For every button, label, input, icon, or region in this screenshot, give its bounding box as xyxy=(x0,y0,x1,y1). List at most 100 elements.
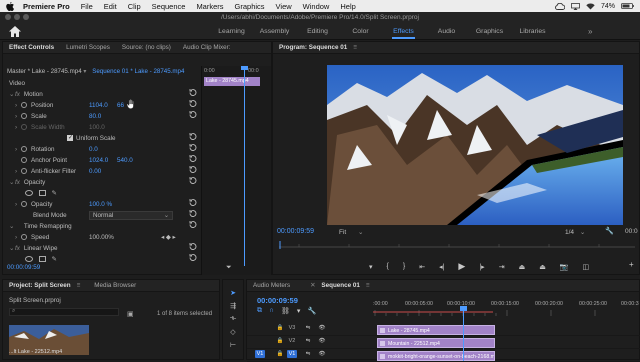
home-icon[interactable] xyxy=(8,25,22,38)
extract-icon[interactable]: ⏏ xyxy=(539,263,546,271)
play-icon[interactable]: ▶ xyxy=(458,261,465,272)
ec-playhead[interactable] xyxy=(244,66,245,266)
project-search-input[interactable]: ⌕ xyxy=(9,308,119,316)
menu-help[interactable]: Help xyxy=(340,2,355,11)
timeline-settings-icon[interactable]: 🔧 xyxy=(307,307,316,315)
zoom-fit-dropdown[interactable]: Fit ⌄ xyxy=(339,228,367,236)
eye-icon[interactable]: 👁 xyxy=(317,324,327,332)
app-menu[interactable]: Premiere Pro xyxy=(23,2,70,11)
razor-tool-icon[interactable]: ◇ xyxy=(230,328,235,336)
wifi-icon[interactable] xyxy=(586,2,595,10)
menu-view[interactable]: View xyxy=(276,2,292,11)
ec-timeline-clip[interactable]: Lake - 28745.mp4 xyxy=(204,77,260,86)
anti-flicker-value[interactable]: 0.00 xyxy=(89,166,101,177)
menu-clip[interactable]: Clip xyxy=(128,2,141,11)
workspace-tab-graphics[interactable]: Graphics xyxy=(468,23,511,40)
workspace-tab-effects[interactable]: Effects xyxy=(382,23,425,40)
stopwatch-icon[interactable] xyxy=(21,113,27,119)
go-to-out-icon[interactable]: ⇥ xyxy=(499,263,505,271)
program-timecode[interactable]: 00:00:09:59 xyxy=(277,228,314,235)
tab-lumetri-scopes[interactable]: Lumetri Scopes xyxy=(60,44,116,51)
slip-tool-icon[interactable]: ⊢ xyxy=(230,341,236,349)
pen-mask-icon[interactable]: ✎ xyxy=(52,256,57,263)
sequence-clip-label[interactable]: Sequence 01 * Lake - 28745.mp4 xyxy=(92,68,184,75)
program-scrub-bar[interactable] xyxy=(279,241,635,249)
track-select-tool-icon[interactable]: ⇶ xyxy=(230,302,236,310)
clip-v2[interactable]: Mountain - 22512.mp4 xyxy=(377,338,495,348)
menu-file[interactable]: File xyxy=(81,2,93,11)
clip-v3[interactable]: Lake - 28745.mp4 xyxy=(377,325,495,335)
twirl-open-icon[interactable]: ⌄ xyxy=(9,221,15,232)
program-monitor-title[interactable]: Program: Sequence 01 xyxy=(273,44,353,51)
menu-markers[interactable]: Markers xyxy=(196,2,223,11)
tab-audio-clip-mixer[interactable]: Audio Clip Mixer: xyxy=(177,44,237,51)
mark-in-icon[interactable]: { xyxy=(387,263,389,270)
blend-mode-dropdown[interactable]: Normal ⌄ xyxy=(89,211,173,220)
workspace-tab-libraries[interactable]: Libraries xyxy=(511,23,554,40)
panel-menu-icon[interactable]: ≡ xyxy=(353,44,357,51)
add-marker-icon[interactable]: ▾ xyxy=(369,263,373,271)
apple-icon[interactable] xyxy=(6,1,14,11)
resolution-dropdown[interactable]: 1/4 ⌄ xyxy=(565,228,585,236)
eye-icon[interactable]: 👁 xyxy=(317,350,327,358)
panel-menu-icon[interactable]: ≡ xyxy=(77,282,81,289)
stopwatch-icon[interactable] xyxy=(21,234,27,240)
rectangle-mask-icon[interactable] xyxy=(38,190,46,196)
mark-out-icon[interactable]: } xyxy=(403,263,405,270)
tab-sequence-01[interactable]: Sequence 01 xyxy=(315,282,366,289)
zoom-window-button[interactable] xyxy=(23,14,29,20)
menu-edit[interactable]: Edit xyxy=(104,2,117,11)
ec-timecode[interactable]: 00:00:09:59 xyxy=(7,264,40,271)
minimize-window-button[interactable] xyxy=(14,14,20,20)
go-to-in-icon[interactable]: ⇤ xyxy=(419,263,425,271)
timeline-playhead-handle[interactable] xyxy=(460,306,467,311)
pen-mask-icon[interactable]: ✎ xyxy=(52,190,57,197)
tab-effect-controls[interactable]: Effect Controls xyxy=(3,44,60,51)
track-label-v1[interactable]: V1 xyxy=(287,350,297,358)
settings-wrench-icon[interactable]: 🔧 xyxy=(605,227,614,235)
scale-value[interactable]: 80.0 xyxy=(89,111,101,122)
panel-menu-icon[interactable]: ≡ xyxy=(366,282,370,289)
menu-graphics[interactable]: Graphics xyxy=(235,2,265,11)
opacity-section-row[interactable]: ⌄fx Opacity xyxy=(3,177,203,188)
rectangle-mask-icon[interactable] xyxy=(38,256,46,262)
ellipse-mask-icon[interactable] xyxy=(25,256,33,262)
close-window-button[interactable] xyxy=(5,14,11,20)
tab-audio-meters[interactable]: Audio Meters xyxy=(247,282,296,289)
airplay-icon[interactable] xyxy=(571,2,580,10)
step-forward-icon[interactable]: |▸ xyxy=(479,263,484,271)
menu-window[interactable]: Window xyxy=(303,2,330,11)
speed-value[interactable]: 100.00% xyxy=(89,232,114,243)
chevron-down-icon[interactable]: ▾ xyxy=(83,68,86,75)
workspace-tab-audio[interactable]: Audio xyxy=(425,23,468,40)
rotation-value[interactable]: 0.0 xyxy=(89,144,98,155)
ripple-edit-tool-icon[interactable]: ⟛ xyxy=(230,315,236,323)
stopwatch-icon[interactable] xyxy=(21,201,27,207)
opacity-value[interactable]: 100.0 % xyxy=(89,199,112,210)
ec-playhead-handle[interactable] xyxy=(241,66,248,70)
workspace-tab-color[interactable]: Color xyxy=(339,23,382,40)
add-button-icon[interactable]: + xyxy=(629,260,634,269)
battery-icon[interactable] xyxy=(621,3,634,9)
nest-icon[interactable]: ⧉ xyxy=(257,307,262,315)
eye-icon[interactable]: 👁 xyxy=(317,337,327,345)
stopwatch-icon[interactable] xyxy=(21,168,27,174)
comparison-view-icon[interactable]: ◫ xyxy=(583,263,590,271)
workspace-tab-assembly[interactable]: Assembly xyxy=(253,23,296,40)
fx-icon[interactable]: fx xyxy=(15,243,20,254)
lock-icon[interactable]: 🔒 xyxy=(275,324,285,332)
master-clip-dropdown[interactable]: Master * Lake - 28745.mp4 xyxy=(7,68,82,75)
tab-media-browser[interactable]: Media Browser xyxy=(88,282,142,289)
source-patch-v1[interactable]: V1 xyxy=(255,350,265,358)
linear-wipe-row[interactable]: ⌄fx Linear Wipe xyxy=(3,243,203,254)
fx-icon[interactable]: fx xyxy=(15,177,20,188)
position-y-value[interactable]: 66 xyxy=(117,100,124,111)
workspace-menu-icon[interactable]: » xyxy=(588,27,592,36)
stopwatch-icon[interactable] xyxy=(21,102,27,108)
position-x-value[interactable]: 1104.0 xyxy=(89,100,108,111)
menu-sequence[interactable]: Sequence xyxy=(152,2,186,11)
add-marker-icon[interactable]: ▾ xyxy=(297,307,301,315)
timeline-playhead[interactable] xyxy=(463,308,464,361)
step-back-icon[interactable]: ◂| xyxy=(439,263,444,271)
linked-selection-icon[interactable]: ⛓ xyxy=(281,307,290,315)
